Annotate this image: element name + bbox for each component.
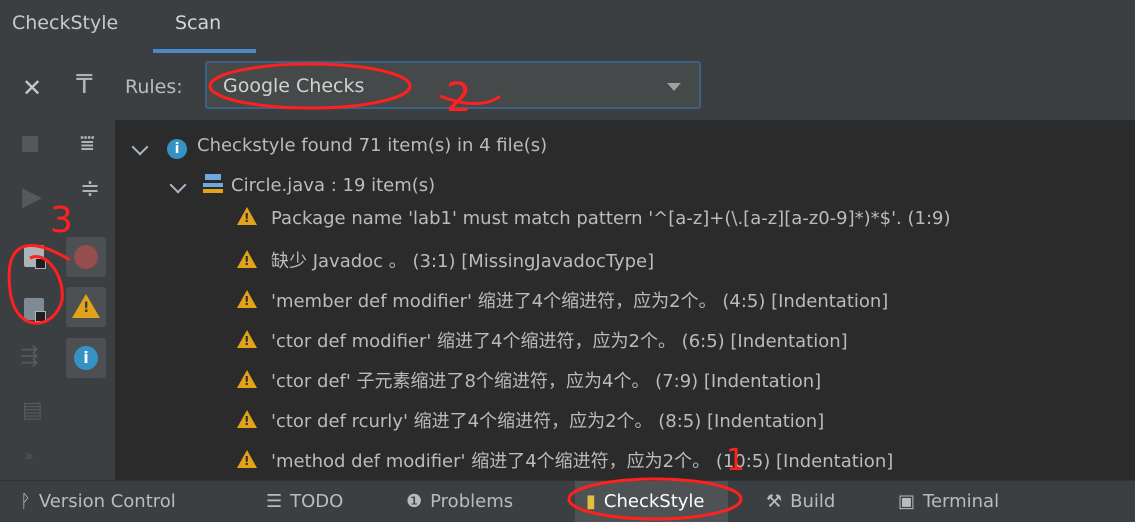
annotation-number-two: 2 bbox=[446, 75, 471, 121]
annotation-layer: 2 3 1 bbox=[7, 62, 745, 521]
annotation-circle-rules bbox=[208, 62, 412, 110]
annotation-number-one: 1 bbox=[726, 443, 745, 478]
annotation-circle-checkstyle bbox=[567, 477, 743, 521]
annotation-number-three: 3 bbox=[50, 200, 73, 241]
annotation-loop-left bbox=[7, 244, 71, 325]
